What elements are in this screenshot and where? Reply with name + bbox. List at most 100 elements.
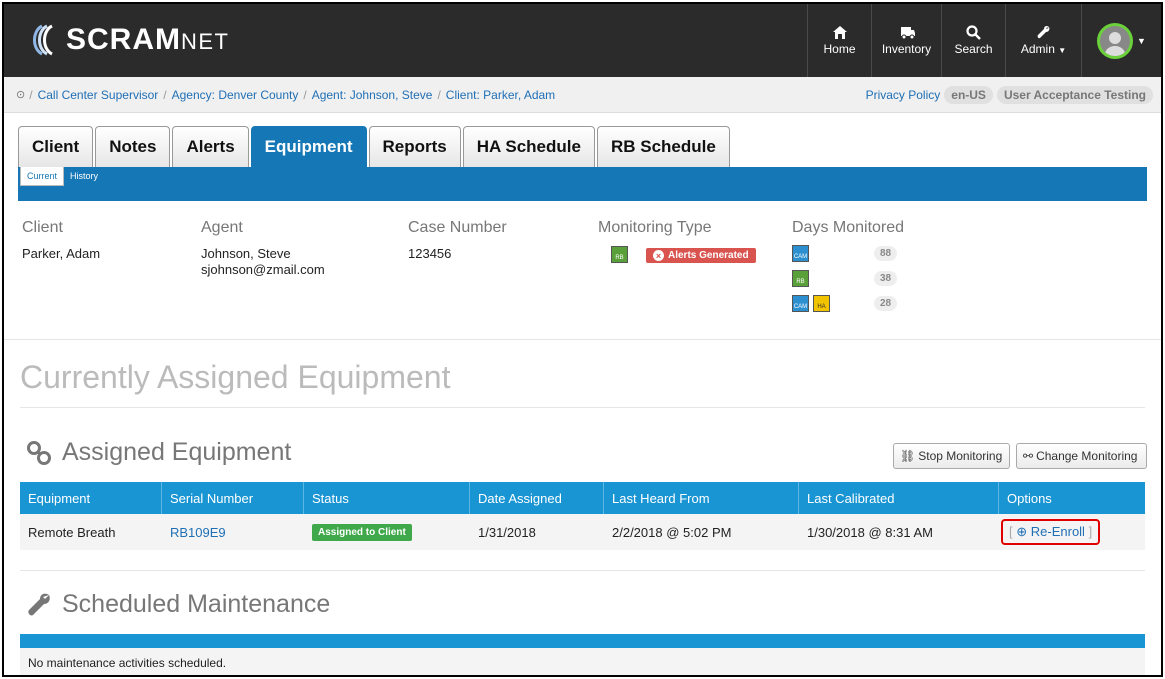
unlink-icon: ⛓ — [900, 449, 916, 463]
link-icon — [27, 440, 51, 465]
re-enroll-button[interactable]: [ ⊕ Re-Enroll ] — [1001, 519, 1101, 545]
environment-badge: User Acceptance Testing — [996, 86, 1153, 104]
tab-client[interactable]: Client — [18, 126, 94, 167]
stop-monitoring-button[interactable]: ⛓ Stop Monitoring — [893, 443, 1010, 469]
column-header: Last Heard From — [604, 482, 799, 514]
rb-badge: RB — [792, 269, 809, 287]
monitoring-column: Monitoring Type RB × Alerts Generated — [598, 219, 756, 263]
column-header: Serial Number — [162, 482, 304, 514]
days-row: RB 38 — [792, 267, 904, 289]
column-header: Status — [304, 482, 470, 514]
re-enroll-label: Re-Enroll — [1030, 524, 1085, 539]
logo-text: SCRAMNET — [66, 23, 230, 57]
nav-inventory[interactable]: Inventory — [871, 4, 941, 77]
agent-email: sjohnson@zmail.com — [201, 262, 325, 277]
scheduled-maintenance-heading: Scheduled Maintenance — [26, 590, 330, 619]
user-caret-icon: ▼ — [1137, 35, 1146, 46]
case-number-value: 123456 — [408, 246, 452, 261]
home-circle-icon[interactable]: ⊙ — [16, 88, 25, 101]
scheduled-maintenance-title: Scheduled Maintenance — [62, 590, 331, 618]
nav-inventory-label: Inventory — [881, 42, 932, 56]
days-count: 88 — [874, 245, 898, 261]
nav-home[interactable]: Home — [807, 4, 871, 77]
assigned-equipment-heading: Assigned Equipment — [26, 438, 291, 467]
avatar — [1097, 22, 1134, 59]
nav-admin-label-wrap: Admin ▼ — [1021, 42, 1066, 56]
tab-area: Client Notes Alerts Equipment Reports HA… — [18, 126, 1147, 201]
nav-search[interactable]: Search — [941, 4, 1005, 77]
user-silhouette-icon — [1105, 31, 1126, 56]
days-monitored-label: Days Monitored — [792, 219, 905, 236]
logo-suffix-text: NET — [181, 29, 230, 54]
last-heard-cell: 2/2/2018 @ 5:02 PM — [612, 524, 732, 540]
change-monitoring-button[interactable]: ⚯ Change Monitoring — [1016, 443, 1147, 469]
equipment-cell: Remote Breath — [28, 524, 116, 540]
rb-badge: RB — [611, 246, 628, 263]
ha-badge: HA — [813, 294, 830, 312]
subtab-history[interactable]: History — [64, 167, 104, 186]
divider — [20, 407, 1145, 408]
column-header: Date Assigned — [470, 482, 604, 514]
client-value: Parker, Adam — [22, 246, 101, 261]
tab-alerts[interactable]: Alerts — [172, 126, 249, 167]
locale-badge[interactable]: en-US — [944, 86, 993, 104]
client-summary: Client Parker, Adam Agent Johnson, Steve… — [4, 204, 1161, 340]
client-column: Client Parker, Adam — [22, 219, 100, 262]
monitoring-type-label: Monitoring Type — [598, 219, 712, 236]
table-header: Equipment Serial Number Status Date Assi… — [20, 482, 1145, 514]
column-header: Options — [1007, 490, 1052, 506]
breadcrumb-item-role[interactable]: Call Center Supervisor — [38, 88, 159, 102]
days-column: Days Monitored CAM 88 RB 38 CAM HA 28 — [792, 219, 904, 314]
days-row: CAM HA 28 — [792, 292, 904, 314]
cam-badge: CAM — [792, 244, 809, 262]
tab-equipment[interactable]: Equipment — [250, 126, 367, 167]
agent-name: Johnson, Steve — [201, 246, 291, 261]
privacy-policy-link[interactable]: Privacy Policy — [866, 88, 941, 102]
breadcrumb-item-agency[interactable]: Agency: Denver County — [172, 88, 299, 102]
tab-reports[interactable]: Reports — [368, 126, 461, 167]
nav-search-label: Search — [954, 42, 993, 56]
alerts-generated-label: Alerts Generated — [668, 250, 749, 261]
column-header: Last Calibrated — [799, 482, 999, 514]
serial-number-link[interactable]: RB109E9 — [170, 525, 226, 540]
x-circle-icon: × — [653, 250, 664, 261]
maintenance-table-header — [20, 634, 1145, 648]
breadcrumb-item-agent[interactable]: Agent: Johnson, Steve — [312, 88, 433, 102]
breadcrumb-item-client[interactable]: Client: Parker, Adam — [446, 88, 555, 102]
last-calibrated-cell: 1/30/2018 @ 8:31 AM — [807, 524, 933, 540]
client-label: Client — [22, 219, 63, 236]
top-navbar: SCRAMNET Home Inventory Search Admin ▼ ▼ — [4, 4, 1161, 77]
alerts-generated-tag[interactable]: × Alerts Generated — [646, 248, 756, 263]
breadcrumb: ⊙ / Call Center Supervisor / Agency: Denve… — [4, 77, 1161, 113]
logo-main-text: SCRAM — [66, 23, 181, 56]
tab-rb-schedule[interactable]: RB Schedule — [596, 126, 730, 167]
page-title: Currently Assigned Equipment — [20, 359, 451, 395]
agent-column: Agent Johnson, Steve sjohnson@zmail.com — [201, 219, 325, 278]
scram-logo-icon — [24, 23, 58, 57]
days-row: CAM 88 — [792, 242, 904, 264]
user-menu[interactable]: ▼ — [1081, 4, 1161, 77]
app-frame: SCRAMNET Home Inventory Search Admin ▼ ▼… — [2, 2, 1163, 677]
assigned-equipment-title: Assigned Equipment — [62, 438, 292, 466]
admin-caret-icon: ▼ — [1058, 46, 1067, 55]
home-icon — [832, 26, 847, 39]
wrench-icon — [28, 593, 50, 615]
nav-admin[interactable]: Admin ▼ — [1005, 4, 1081, 77]
plus-circle-icon: ⊕ — [1016, 524, 1028, 539]
days-count: 38 — [874, 270, 898, 286]
case-number-label: Case Number — [408, 219, 507, 236]
app-logo[interactable]: SCRAMNET — [24, 22, 230, 58]
wrench-icon — [1037, 25, 1050, 39]
equipment-table: Equipment Serial Number Status Date Assi… — [20, 482, 1145, 550]
tab-list: Client Notes Alerts Equipment Reports HA… — [18, 126, 732, 167]
column-header: Equipment — [20, 482, 162, 514]
subtab-bar: Current History — [18, 167, 1147, 201]
case-column: Case Number 123456 — [408, 219, 507, 262]
nav-home-label: Home — [823, 42, 856, 56]
tab-notes[interactable]: Notes — [95, 126, 171, 167]
stop-monitoring-label: Stop Monitoring — [918, 449, 1003, 463]
table-row: Remote Breath RB109E9 Assigned to Client… — [20, 514, 1145, 550]
tab-ha-schedule[interactable]: HA Schedule — [462, 126, 595, 167]
subtab-current[interactable]: Current — [20, 167, 65, 186]
link-small-icon: ⚯ — [1023, 449, 1034, 463]
